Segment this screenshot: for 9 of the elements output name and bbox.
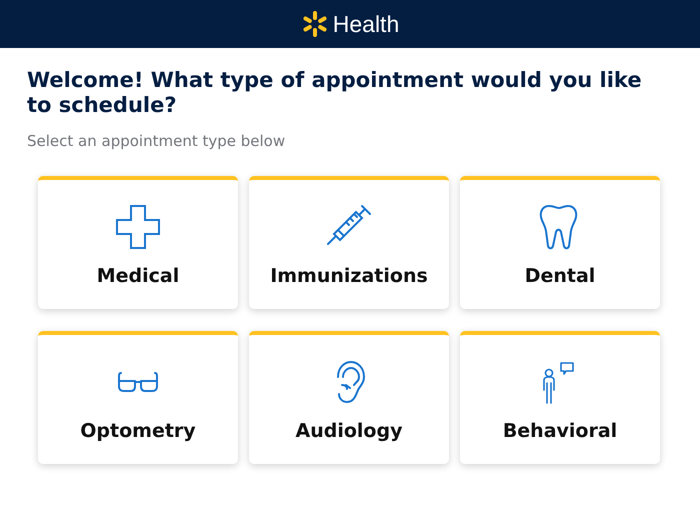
appointment-type-card[interactable]: Medical	[38, 176, 238, 309]
instruction-text: Select an appointment type below	[27, 132, 286, 150]
appointment-type-card[interactable]: Audiology	[249, 331, 449, 464]
page-heading: Welcome! What type of appointment would you like to schedule?	[27, 68, 643, 118]
appointment-type-card[interactable]: Optometry	[38, 331, 238, 464]
brand-name: Health	[332, 10, 400, 38]
appointment-type-card[interactable]: Immunizations	[249, 176, 449, 309]
appointment-type-card[interactable]: Dental	[460, 176, 660, 309]
appointment-type-card[interactable]: Behavioral	[460, 331, 660, 464]
